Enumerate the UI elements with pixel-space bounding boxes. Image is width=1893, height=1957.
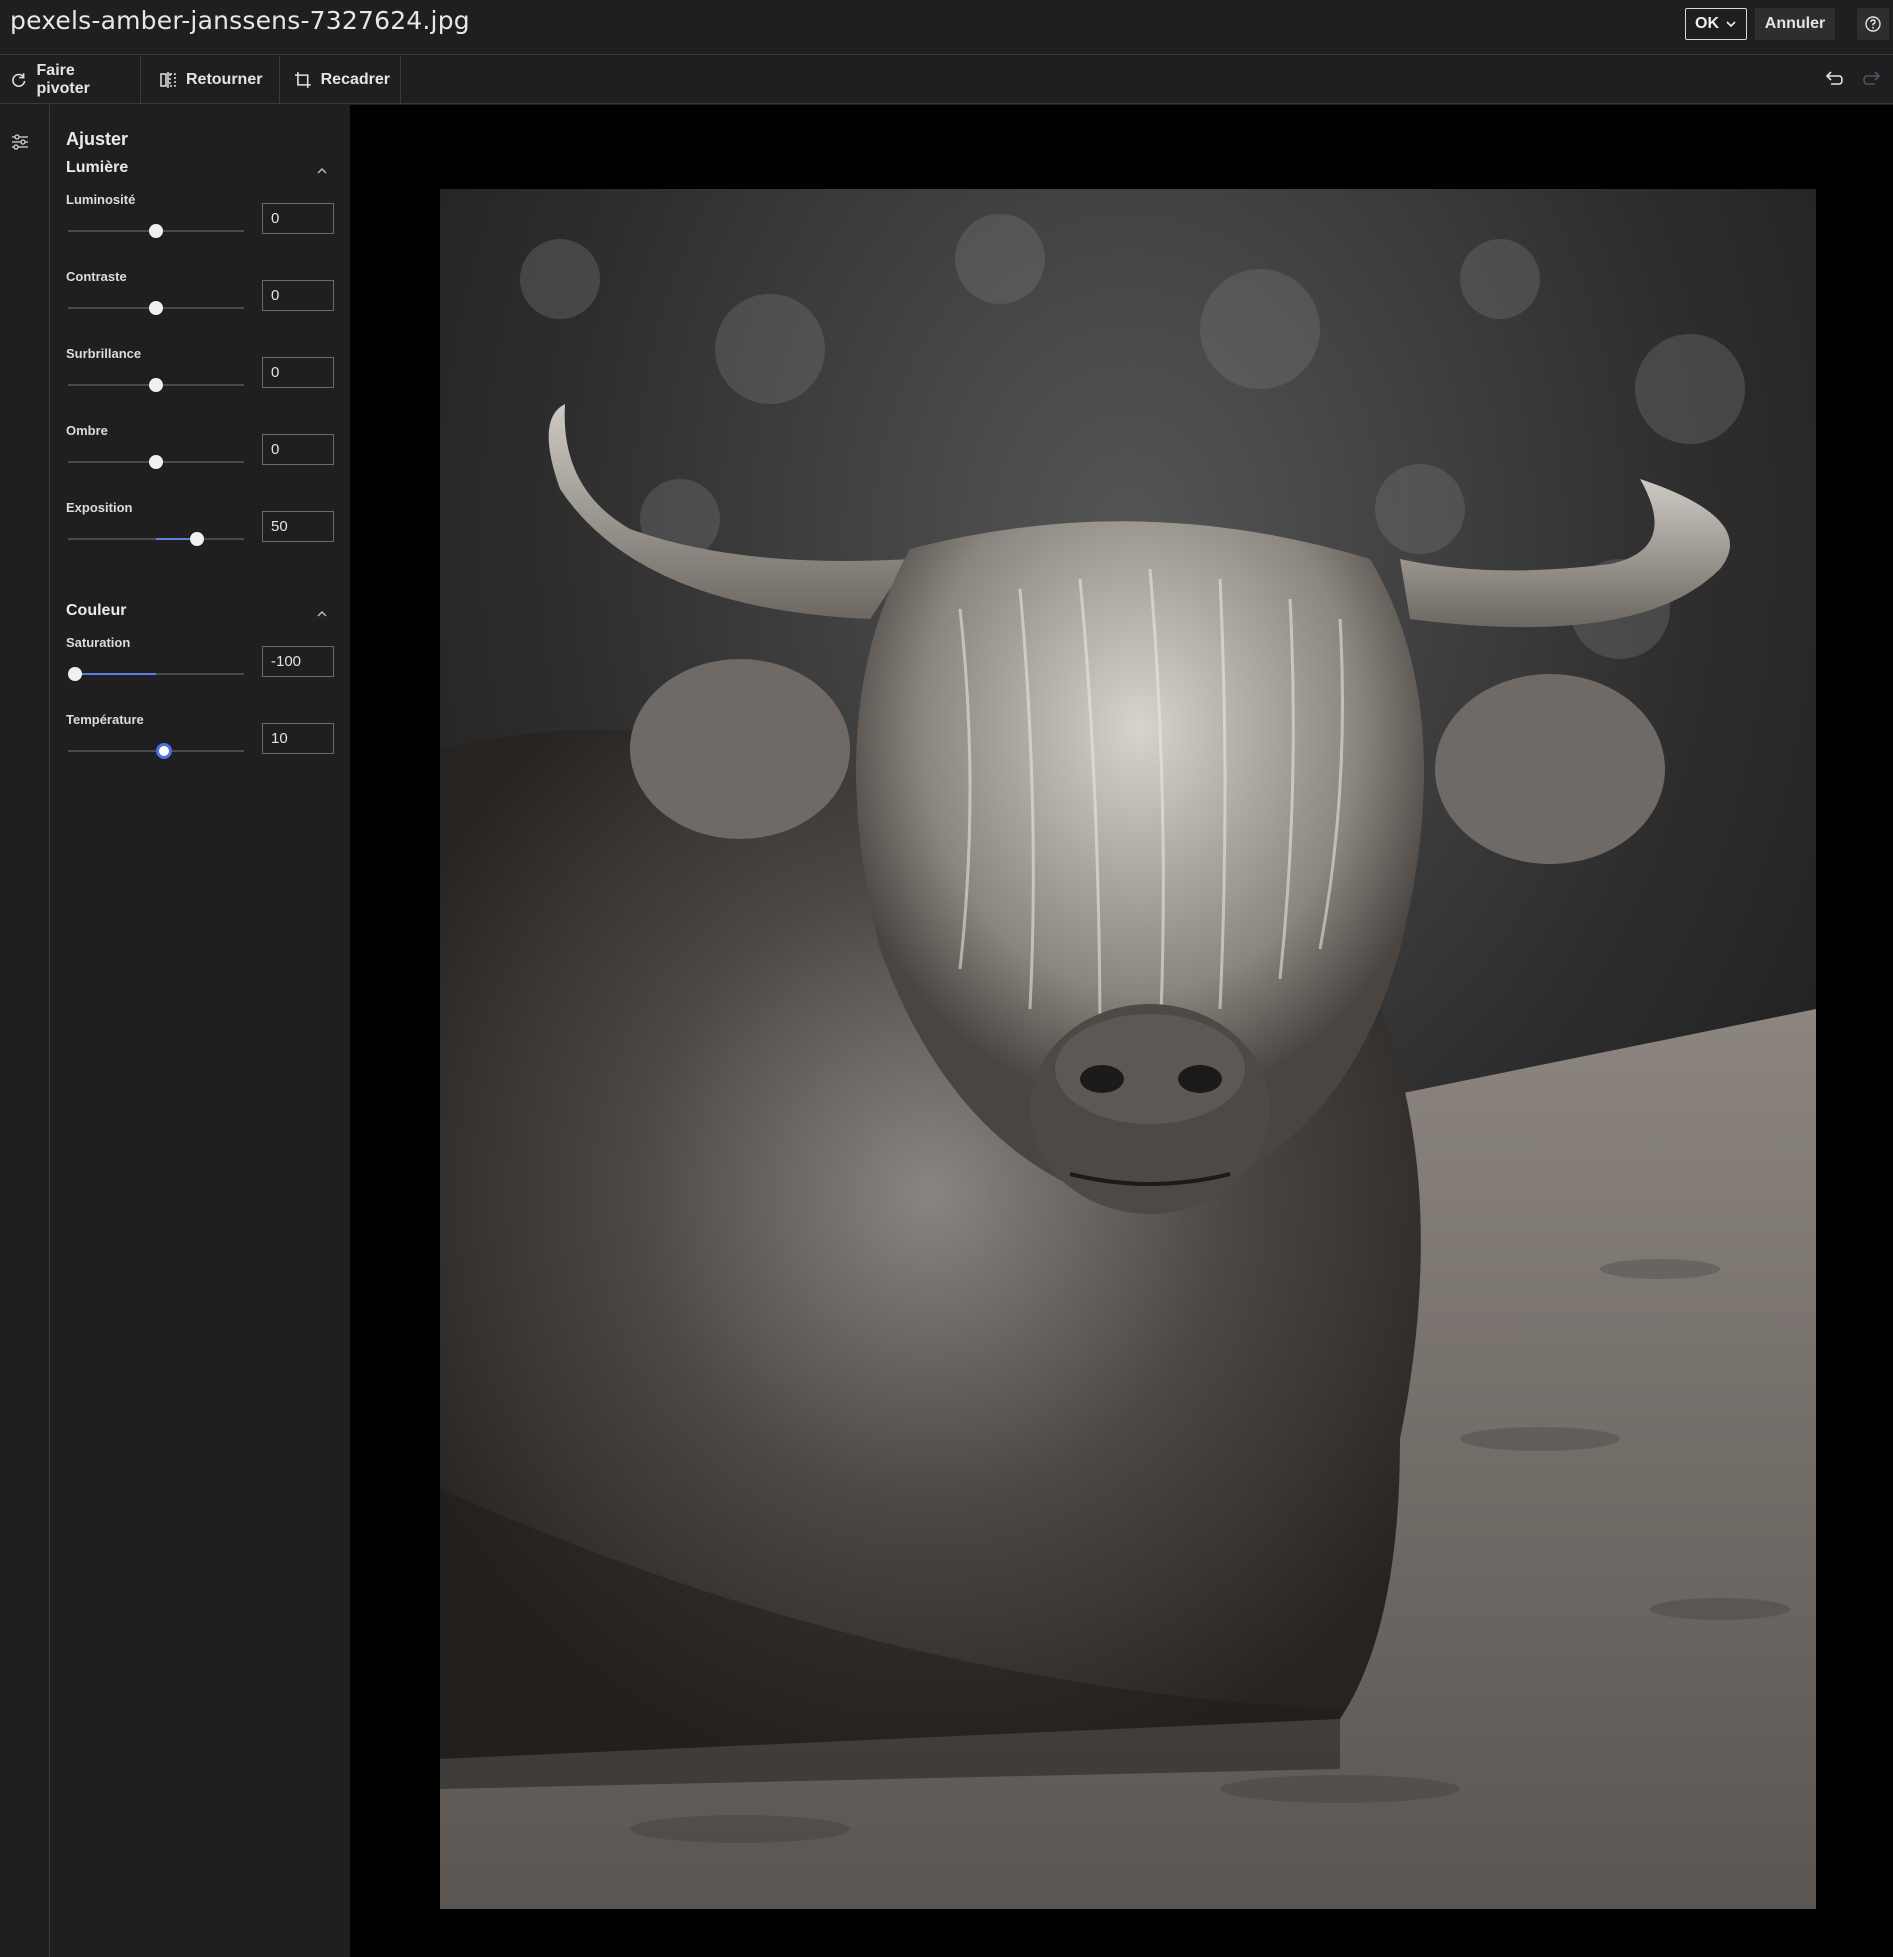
crop-button[interactable]: Recadrer — [280, 56, 401, 103]
flip-button[interactable]: Retourner — [141, 56, 280, 103]
exposure-input[interactable]: 50 — [262, 511, 334, 542]
undo-icon[interactable] — [1822, 68, 1846, 92]
help-button[interactable] — [1857, 8, 1889, 40]
highlights-control: Surbrillance 0 — [66, 346, 336, 416]
photo-preview — [440, 189, 1816, 1909]
brightness-input[interactable]: 0 — [262, 203, 334, 234]
saturation-control: Saturation -100 — [66, 635, 336, 705]
contrast-input[interactable]: 0 — [262, 280, 334, 311]
brightness-slider-thumb[interactable] — [149, 224, 163, 238]
shadows-slider[interactable] — [68, 455, 244, 469]
cancel-button[interactable]: Annuler — [1755, 8, 1835, 40]
adjust-panel: Ajuster Lumière Luminosité 0 Contraste 0… — [51, 105, 350, 1957]
sliders-icon[interactable] — [10, 132, 30, 152]
highlights-input[interactable]: 0 — [262, 357, 334, 388]
tool-rail — [0, 105, 50, 1957]
contrast-label: Contraste — [66, 269, 127, 284]
exposure-slider[interactable] — [68, 532, 244, 546]
shadows-label: Ombre — [66, 423, 108, 438]
highlights-slider-thumb[interactable] — [149, 378, 163, 392]
exposure-control: Exposition 50 — [66, 500, 336, 570]
ok-button[interactable]: OK — [1685, 8, 1747, 40]
flip-label: Retourner — [186, 70, 263, 88]
shadows-input[interactable]: 0 — [262, 434, 334, 465]
crop-label: Recadrer — [320, 70, 390, 88]
temperature-slider-thumb[interactable] — [155, 743, 172, 759]
shadows-control: Ombre 0 — [66, 423, 336, 493]
title-bar: pexels-amber-janssens-7327624.jpg OK Ann… — [0, 0, 1893, 55]
chevron-up-icon — [317, 167, 327, 174]
saturation-slider-fill — [75, 673, 156, 675]
section-color-toggle[interactable]: Couleur — [66, 602, 336, 628]
edit-toolbar: Faire pivoter Retourner Recadrer — [0, 56, 1893, 104]
highlights-label: Surbrillance — [66, 346, 142, 361]
rotate-icon — [12, 72, 26, 87]
file-name-title: pexels-amber-janssens-7327624.jpg — [10, 6, 470, 35]
exposure-label: Exposition — [66, 500, 133, 515]
exposure-slider-thumb[interactable] — [190, 532, 205, 546]
crop-icon — [294, 71, 311, 88]
temperature-input[interactable]: 10 — [262, 723, 334, 754]
saturation-slider[interactable] — [68, 667, 244, 681]
image-canvas — [350, 105, 1893, 1957]
contrast-slider-thumb[interactable] — [149, 301, 163, 315]
highlights-slider[interactable] — [68, 378, 244, 392]
help-icon — [1865, 16, 1881, 32]
ok-label: OK — [1695, 15, 1719, 32]
rotate-label: Faire pivoter — [36, 61, 90, 97]
rotate-button[interactable]: Faire pivoter — [0, 56, 141, 103]
saturation-label: Saturation — [66, 635, 131, 650]
chevron-up-icon — [317, 610, 327, 617]
contrast-control: Contraste 0 — [66, 269, 336, 339]
saturation-input[interactable]: -100 — [262, 646, 334, 677]
flip-icon — [160, 71, 176, 88]
brightness-slider[interactable] — [68, 224, 244, 238]
brightness-label: Luminosité — [66, 192, 136, 207]
shadows-slider-thumb[interactable] — [149, 455, 163, 469]
panel-title: Ajuster — [66, 129, 129, 149]
saturation-slider-thumb[interactable] — [68, 667, 83, 681]
contrast-slider[interactable] — [68, 301, 244, 315]
chevron-down-icon — [1726, 21, 1736, 28]
temperature-control: Température 10 — [66, 712, 336, 782]
section-light-toggle[interactable]: Lumière — [66, 159, 336, 185]
brightness-control: Luminosité 0 — [66, 192, 336, 262]
temperature-label: Température — [66, 712, 144, 727]
section-color-title: Couleur — [66, 602, 127, 619]
temperature-slider[interactable] — [68, 743, 244, 759]
section-light-title: Lumière — [66, 159, 129, 176]
redo-icon[interactable] — [1860, 68, 1884, 92]
